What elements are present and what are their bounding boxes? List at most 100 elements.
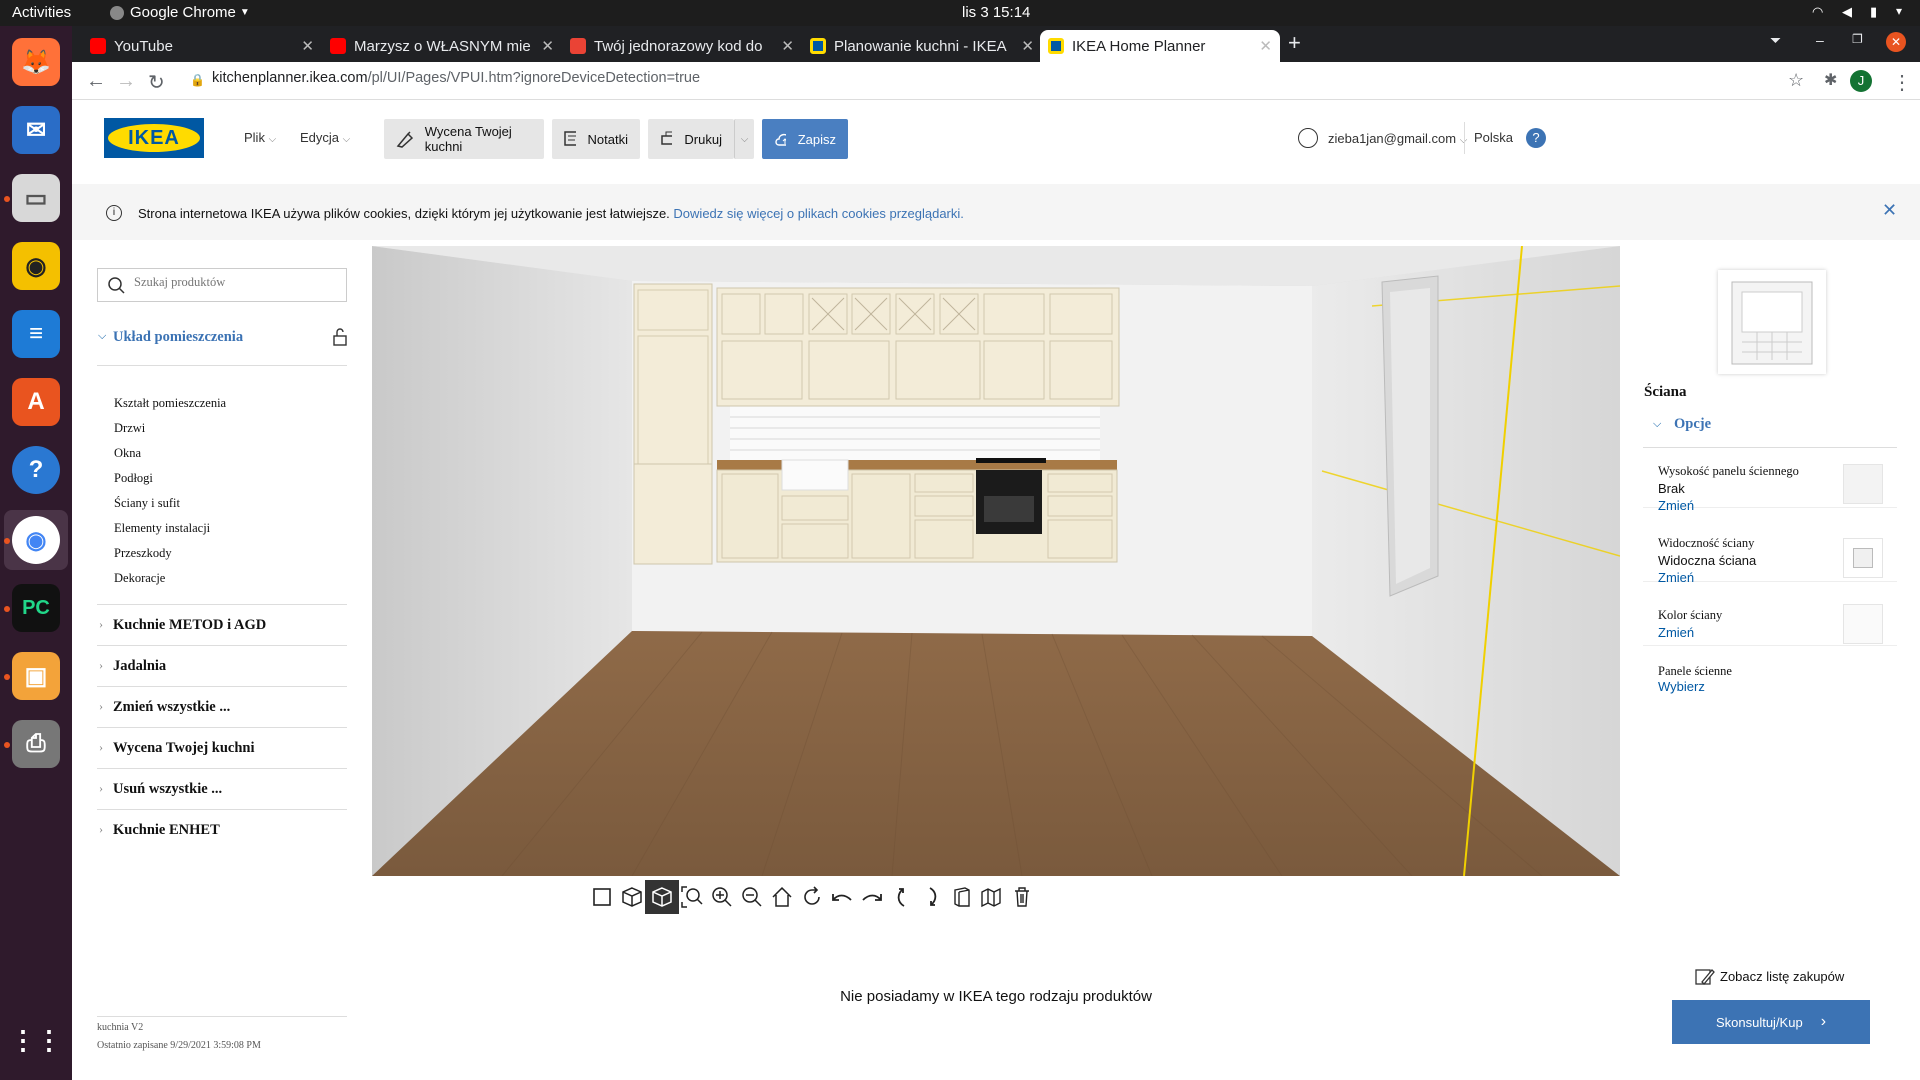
- volume-icon[interactable]: ◀: [1842, 4, 1852, 20]
- wall-color-swatch[interactable]: [1843, 604, 1883, 644]
- close-icon[interactable]: ✕: [1021, 37, 1034, 55]
- writer-icon[interactable]: ≡: [12, 310, 60, 358]
- help-icon[interactable]: ?: [12, 446, 60, 494]
- tab-kitchen-planner[interactable]: Planowanie kuchni - IKEA ✕: [802, 30, 1042, 62]
- software-icon[interactable]: A: [12, 378, 60, 426]
- print-options-button[interactable]: ⌵: [734, 119, 754, 159]
- files-icon[interactable]: ▭: [12, 174, 60, 222]
- profile-avatar[interactable]: J: [1850, 70, 1872, 92]
- menu-edit[interactable]: Edycja ⌵: [300, 130, 350, 145]
- room-item-installations[interactable]: Elementy instalacji: [114, 521, 210, 536]
- show-apps-icon[interactable]: ⋮⋮: [10, 1016, 62, 1064]
- image-viewer-icon[interactable]: ▣: [12, 652, 60, 700]
- url-field[interactable]: kitchenplanner.ikea.com/pl/UI/Pages/VPUI…: [212, 70, 700, 86]
- extensions-icon[interactable]: ✱: [1824, 70, 1837, 90]
- zoom-out-icon[interactable]: [735, 880, 769, 914]
- new-tab-button[interactable]: +: [1288, 30, 1301, 56]
- reload-icon[interactable]: ↻: [148, 70, 165, 95]
- section-metod[interactable]: › Kuchnie METOD i AGD: [97, 604, 347, 646]
- tab-youtube[interactable]: YouTube ✕: [82, 30, 322, 62]
- section-change-all[interactable]: › Zmień wszystkie ...: [97, 687, 347, 728]
- choose-panels-link[interactable]: Wybierz: [1658, 679, 1705, 694]
- zoom-fit-icon[interactable]: [675, 880, 709, 914]
- window-close-button[interactable]: ✕: [1886, 32, 1906, 52]
- tab-search-icon[interactable]: ⏷: [1770, 32, 1781, 49]
- power-menu-icon[interactable]: ▾: [1896, 4, 1902, 18]
- thunderbird-icon[interactable]: ✉: [12, 106, 60, 154]
- cookie-link[interactable]: Dowiedz się więcej o plikach cookies prz…: [673, 206, 963, 221]
- tilt-up-icon[interactable]: [885, 880, 919, 914]
- room-layout-header[interactable]: ⌵ Układ pomieszczenia: [97, 326, 347, 366]
- wall-icon[interactable]: [945, 880, 979, 914]
- chrome-dock-icon[interactable]: ◉: [12, 516, 60, 564]
- print-button[interactable]: Drukuj: [648, 119, 734, 159]
- room-item-floors[interactable]: Podłogi: [114, 471, 153, 486]
- firefox-icon[interactable]: 🦊: [12, 38, 60, 86]
- home-icon[interactable]: [765, 880, 799, 914]
- rotate-icon[interactable]: [795, 880, 829, 914]
- change-color-link[interactable]: Zmień: [1658, 625, 1694, 640]
- close-icon[interactable]: ✕: [1259, 37, 1272, 55]
- chrome-menu-icon[interactable]: ⋮: [1892, 70, 1912, 95]
- 3d-viewport[interactable]: [372, 246, 1620, 876]
- 2d-view-icon[interactable]: [585, 880, 619, 914]
- visibility-swatch[interactable]: [1843, 538, 1883, 578]
- close-cookie-icon[interactable]: ✕: [1882, 200, 1897, 221]
- kitchen-3d-scene[interactable]: [372, 246, 1620, 876]
- app-menu[interactable]: Google Chrome ▼: [110, 4, 250, 21]
- lock-icon[interactable]: 🔒: [190, 73, 205, 87]
- account-icon[interactable]: [1298, 128, 1318, 148]
- trash-icon[interactable]: [1005, 880, 1039, 914]
- save-button[interactable]: Zapisz: [762, 119, 848, 159]
- walls-icon[interactable]: [975, 880, 1009, 914]
- pycharm-icon[interactable]: PC: [12, 584, 60, 632]
- ikea-logo[interactable]: IKEA: [104, 118, 204, 158]
- forward-icon[interactable]: →: [116, 70, 136, 93]
- panel-height-swatch[interactable]: [1843, 464, 1883, 504]
- back-icon[interactable]: ←: [86, 70, 106, 93]
- section-price[interactable]: › Wycena Twojej kuchni: [97, 728, 347, 769]
- change-panel-height-link[interactable]: Zmień: [1658, 498, 1694, 513]
- bookmark-star-icon[interactable]: ☆: [1788, 70, 1804, 91]
- shopping-list-link[interactable]: Zobacz listę zakupów: [1694, 966, 1844, 986]
- room-item-decorations[interactable]: Dekoracje: [114, 571, 165, 586]
- section-enhet[interactable]: › Kuchnie ENHET: [97, 810, 347, 851]
- product-search[interactable]: [97, 268, 347, 302]
- tab-home-planner[interactable]: IKEA Home Planner ✕: [1040, 30, 1280, 62]
- tab-youtube-2[interactable]: Marzysz o WŁASNYM mie ✕: [322, 30, 562, 62]
- price-kitchen-button[interactable]: Wycena Twojej kuchni: [384, 119, 544, 159]
- rhythmbox-icon[interactable]: ◉: [12, 242, 60, 290]
- activities-button[interactable]: Activities: [12, 4, 71, 21]
- section-delete-all[interactable]: › Usuń wszystkie ...: [97, 769, 347, 810]
- close-icon[interactable]: ✕: [301, 37, 314, 55]
- undo-icon[interactable]: [825, 880, 859, 914]
- room-item-obstacles[interactable]: Przeszkody: [114, 546, 172, 561]
- battery-icon[interactable]: ▮: [1870, 4, 1877, 20]
- options-header[interactable]: ⌵ Opcje: [1643, 408, 1897, 448]
- wifi-icon[interactable]: ◠: [1812, 4, 1823, 20]
- notes-button[interactable]: Notatki: [552, 119, 640, 159]
- room-item-doors[interactable]: Drzwi: [114, 421, 145, 436]
- help-icon[interactable]: ?: [1526, 128, 1546, 148]
- maximize-button[interactable]: ❐: [1852, 32, 1863, 46]
- room-item-walls[interactable]: Ściany i sufit: [114, 496, 180, 511]
- consult-buy-button[interactable]: Skonsultuj/Kup ›: [1672, 1000, 1870, 1044]
- tilt-down-icon[interactable]: [915, 880, 949, 914]
- account-menu[interactable]: zieba1jan@gmail.com ⌵: [1328, 131, 1467, 146]
- zoom-in-icon[interactable]: [705, 880, 739, 914]
- unlock-icon[interactable]: [333, 328, 347, 346]
- tab-gmail[interactable]: Twój jednorazowy kod do ✕: [562, 30, 802, 62]
- 3d-solid-view-icon[interactable]: [645, 880, 679, 914]
- 3d-view-icon[interactable]: [615, 880, 649, 914]
- room-item-shape[interactable]: Kształt pomieszczenia: [114, 396, 226, 411]
- country-selector[interactable]: Polska: [1474, 130, 1513, 145]
- room-item-windows[interactable]: Okna: [114, 446, 141, 461]
- clock[interactable]: lis 3 15:14: [962, 4, 1030, 21]
- minimize-button[interactable]: –: [1816, 32, 1824, 48]
- close-icon[interactable]: ✕: [541, 37, 554, 55]
- search-input[interactable]: [134, 275, 334, 290]
- menu-file[interactable]: Plik ⌵: [244, 130, 276, 145]
- usb-drive-icon[interactable]: ⎙: [12, 720, 60, 768]
- section-dining[interactable]: › Jadalnia: [97, 646, 347, 687]
- redo-icon[interactable]: [855, 880, 889, 914]
